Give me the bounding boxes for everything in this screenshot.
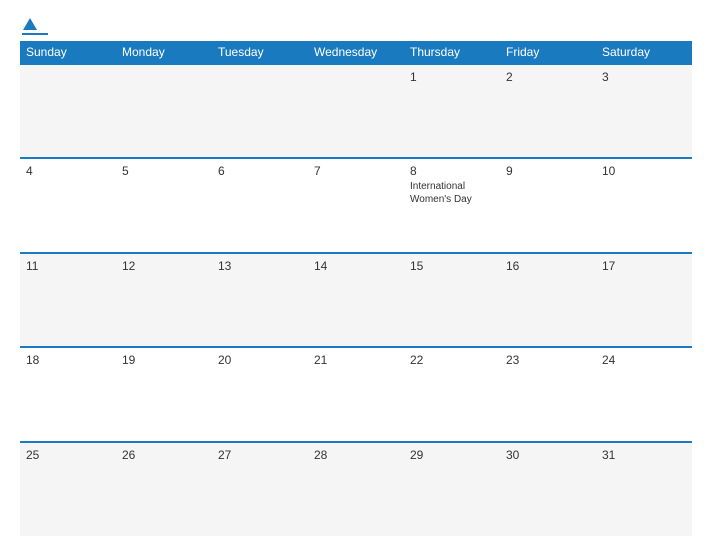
calendar-cell: 12 [116,253,212,347]
day-number: 4 [26,164,110,178]
calendar-cell: 9 [500,158,596,252]
calendar-cell: 30 [500,442,596,536]
day-number: 29 [410,448,494,462]
day-number: 14 [314,259,398,273]
day-number: 22 [410,353,494,367]
day-number: 16 [506,259,590,273]
day-number: 17 [602,259,686,273]
calendar-cell: 8 International Women's Day [404,158,500,252]
day-number: 25 [26,448,110,462]
weekday-header-saturday: Saturday [596,41,692,64]
calendar-cell: 4 [20,158,116,252]
calendar-cell: 22 [404,347,500,441]
weekday-header-wednesday: Wednesday [308,41,404,64]
calendar-cell: 23 [500,347,596,441]
weekday-header-monday: Monday [116,41,212,64]
day-number: 10 [602,164,686,178]
calendar-cell: 26 [116,442,212,536]
calendar-week-row: 25 26 27 28 29 30 31 [20,442,692,536]
day-number: 11 [26,259,110,273]
day-number: 9 [506,164,590,178]
day-number: 19 [122,353,206,367]
day-number: 24 [602,353,686,367]
calendar-week-row: 11 12 13 14 15 16 17 [20,253,692,347]
day-number: 23 [506,353,590,367]
calendar-cell: 6 [212,158,308,252]
calendar-week-row: 123 [20,64,692,158]
day-number: 21 [314,353,398,367]
weekday-header-friday: Friday [500,41,596,64]
calendar-cell [308,64,404,158]
day-number: 27 [218,448,302,462]
day-number: 20 [218,353,302,367]
day-number: 26 [122,448,206,462]
day-number: 5 [122,164,206,178]
weekday-header-row: SundayMondayTuesdayWednesdayThursdayFrid… [20,41,692,64]
day-number: 2 [506,70,590,84]
calendar-cell: 7 [308,158,404,252]
day-number: 30 [506,448,590,462]
day-number: 6 [218,164,302,178]
calendar-cell: 10 [596,158,692,252]
logo-triangle-icon [23,18,37,30]
calendar-cell [116,64,212,158]
calendar-cell: 18 [20,347,116,441]
calendar-cell: 31 [596,442,692,536]
calendar-cell: 21 [308,347,404,441]
calendar-cell: 14 [308,253,404,347]
day-number: 15 [410,259,494,273]
logo-blue-bar [22,33,48,35]
day-number: 1 [410,70,494,84]
calendar-cell: 5 [116,158,212,252]
day-number: 12 [122,259,206,273]
event-label: International Women's Day [410,180,494,206]
weekday-header-tuesday: Tuesday [212,41,308,64]
calendar-week-row: 18 19 20 21 22 23 24 [20,347,692,441]
calendar-cell: 25 [20,442,116,536]
calendar-cell: 17 [596,253,692,347]
calendar-cell [212,64,308,158]
calendar-cell: 2 [500,64,596,158]
day-number: 18 [26,353,110,367]
day-number: 7 [314,164,398,178]
calendar-cell: 24 [596,347,692,441]
day-number: 31 [602,448,686,462]
calendar-cell: 27 [212,442,308,536]
weekday-header-sunday: Sunday [20,41,116,64]
logo [20,18,48,35]
calendar-week-row: 45678 International Women's Day 9 10 [20,158,692,252]
weekday-header-thursday: Thursday [404,41,500,64]
calendar-cell: 29 [404,442,500,536]
calendar-cell: 13 [212,253,308,347]
day-number: 8 [410,164,494,178]
calendar-cell: 1 [404,64,500,158]
top-bar [20,18,692,35]
calendar-cell: 28 [308,442,404,536]
calendar-cell: 3 [596,64,692,158]
calendar-cell: 11 [20,253,116,347]
calendar-cell: 16 [500,253,596,347]
calendar-table: SundayMondayTuesdayWednesdayThursdayFrid… [20,41,692,536]
calendar-cell: 15 [404,253,500,347]
calendar-cell: 19 [116,347,212,441]
day-number: 3 [602,70,686,84]
calendar-cell: 20 [212,347,308,441]
day-number: 28 [314,448,398,462]
calendar-cell [20,64,116,158]
day-number: 13 [218,259,302,273]
